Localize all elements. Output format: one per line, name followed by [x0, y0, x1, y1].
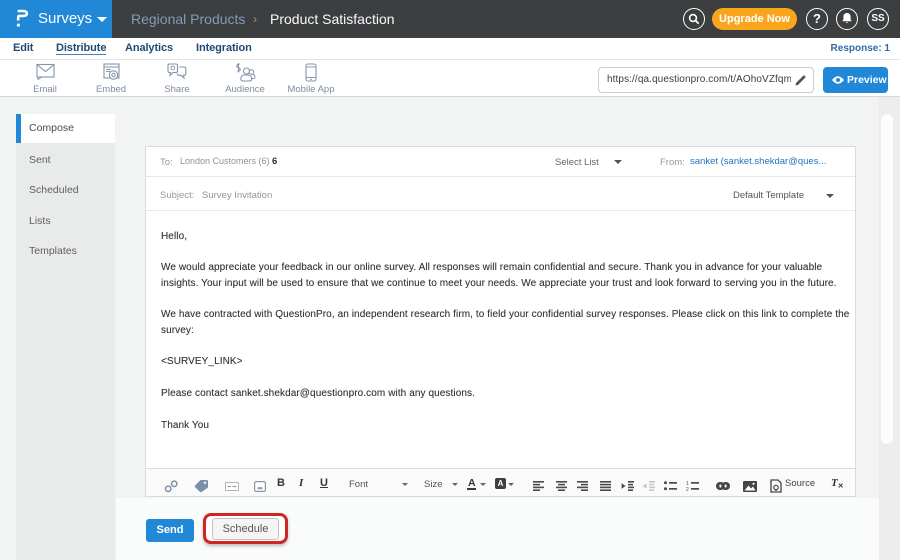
svg-text:2: 2	[686, 487, 689, 491]
